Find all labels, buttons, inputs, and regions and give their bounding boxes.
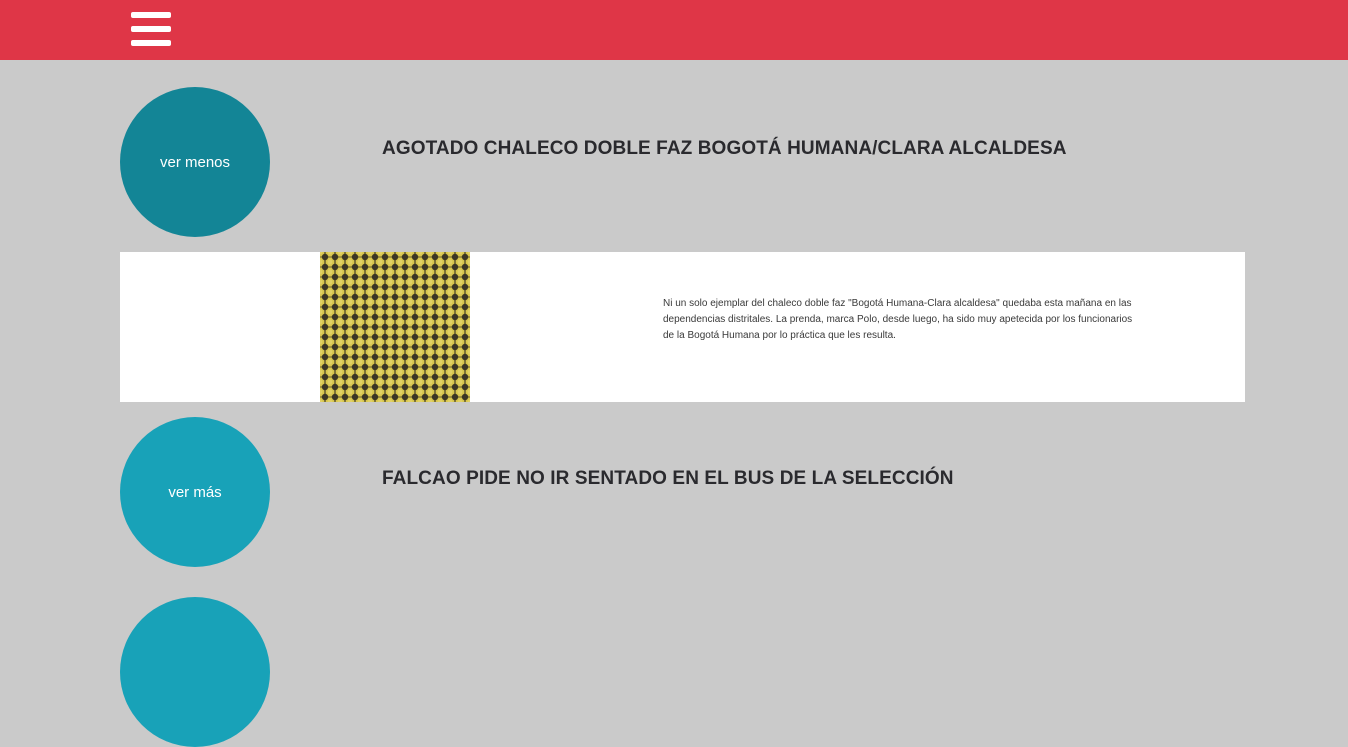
yellow-pattern-image (320, 252, 470, 402)
menu-bar-line (131, 12, 171, 18)
ver-menos-button[interactable]: ver menos (120, 87, 270, 237)
menu-bar-line (131, 26, 171, 32)
news-item-detail-panel: Ni un solo ejemplar del chaleco doble fa… (120, 252, 1245, 402)
top-navigation-bar (0, 0, 1348, 60)
ver-mas-button[interactable]: ver más (120, 417, 270, 567)
news-item-summary: Ni un solo ejemplar del chaleco doble fa… (663, 298, 1133, 341)
news-item-title[interactable]: FALCAO PIDE NO IR SENTADO EN EL BUS DE L… (382, 468, 954, 490)
toggle-button[interactable] (120, 597, 270, 747)
hamburger-menu-icon[interactable] (131, 12, 171, 47)
news-item-title[interactable]: AGOTADO CHALECO DOBLE FAZ BOGOTÁ HUMANA/… (382, 138, 1067, 160)
menu-bar-line (131, 40, 171, 46)
news-item-thumbnail (320, 252, 470, 402)
